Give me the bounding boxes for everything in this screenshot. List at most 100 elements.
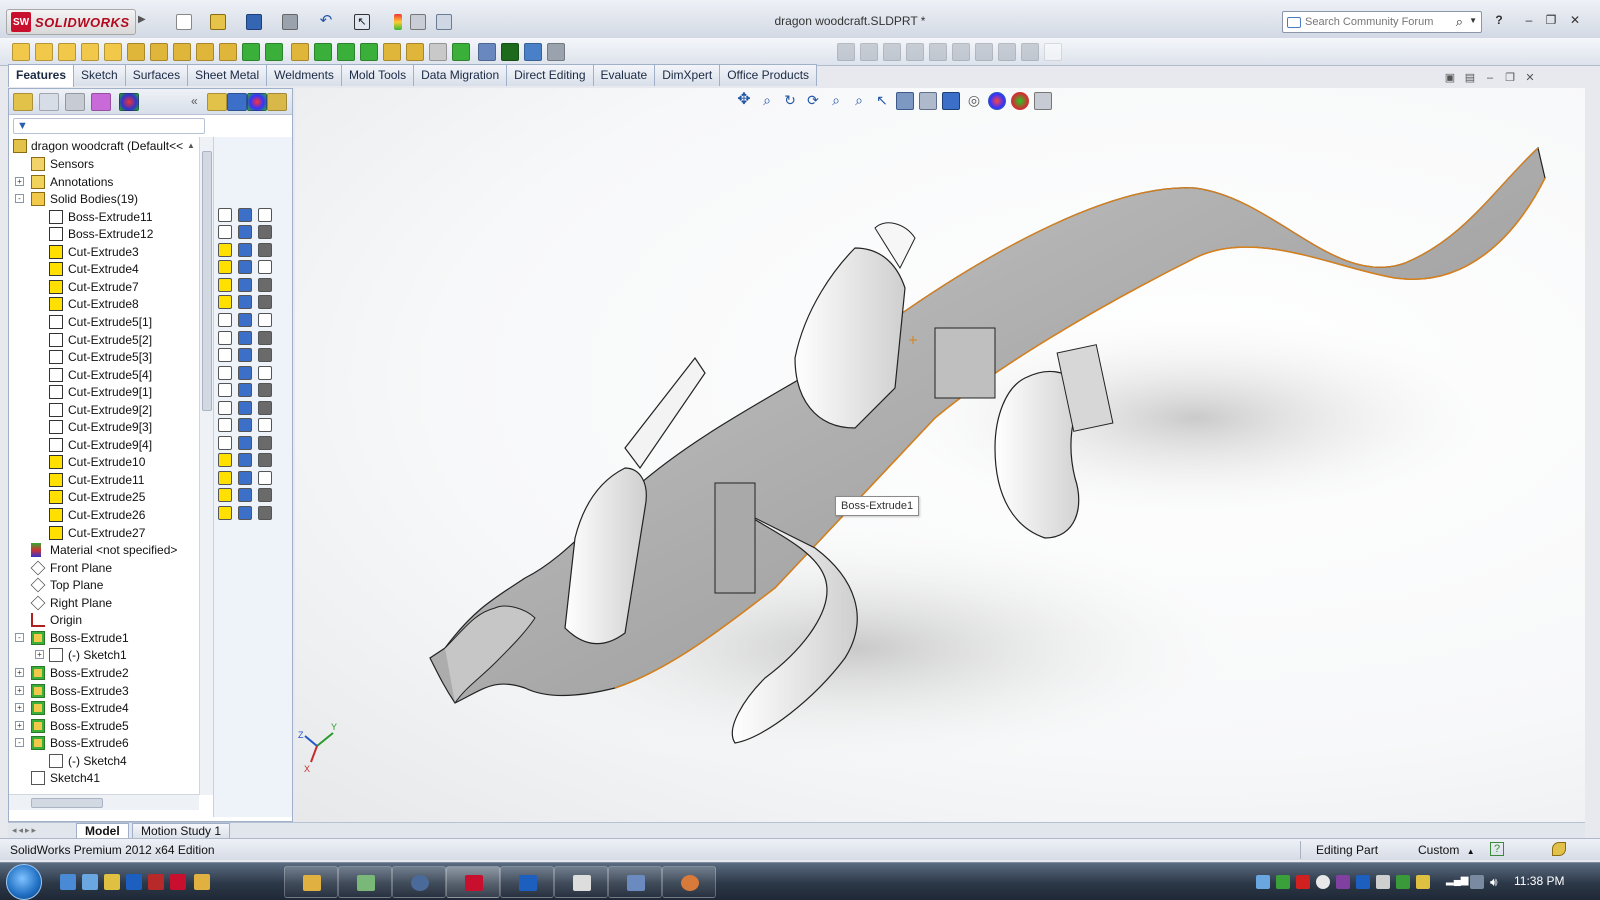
tree-item[interactable]: + Boss-Extrude3 [9,682,199,700]
tree-item[interactable]: Cut-Extrude5[1] [9,313,199,331]
flex-icon[interactable] [952,43,970,61]
collapse-pane-icon[interactable]: « [191,94,198,108]
tray-network-signal-icon[interactable]: ▂▄▆ [1446,875,1468,889]
viewport-restore-icon[interactable]: ❐ [1503,72,1517,84]
tree-item[interactable]: Cut-Extrude9[4] [9,436,199,454]
hide-show-toggle-icon[interactable] [218,207,232,222]
appearance-swatch-icon[interactable] [258,348,272,363]
lofted-boss-icon[interactable] [81,43,99,61]
revolved-boss-icon[interactable] [35,43,53,61]
tree-item[interactable]: Sketch41 [9,769,199,787]
appearance-swatch-icon[interactable] [258,295,272,310]
tree-item[interactable]: Cut-Extrude5[4] [9,366,199,384]
quicklaunch-tool-icon[interactable] [104,874,120,890]
display-mode-toggle-icon[interactable] [238,506,252,520]
collapse-icon[interactable]: - [15,738,24,748]
tree-item[interactable]: - Boss-Extrude6 [9,734,199,752]
appearance-swatch-icon[interactable] [258,242,272,257]
display-mode-toggle-icon[interactable] [238,348,252,363]
display-mode-toggle-icon[interactable] [238,435,252,450]
tree-item[interactable]: + (-) Sketch1 [9,646,199,664]
tree-item[interactable]: Top Plane [9,576,199,594]
tree-filter-input[interactable]: ▼ [13,118,205,134]
tree-item[interactable]: Cut-Extrude7 [9,278,199,296]
intersect-icon[interactable] [429,43,447,61]
hide-show-toggle-icon[interactable] [218,383,232,398]
select-pointer-icon[interactable]: ↖ [354,14,370,30]
expand-icon[interactable]: + [35,650,44,660]
display-mode-toggle-icon[interactable] [238,260,252,275]
appearance-swatch-icon[interactable] [258,453,272,468]
viewport-tile-icon[interactable]: ▣ [1443,72,1457,84]
reference-geometry-icon[interactable] [478,43,496,61]
tree-item[interactable]: Right Plane [9,594,199,612]
hide-show-toggle-icon[interactable] [218,242,232,257]
tab-office-products[interactable]: Office Products [719,64,818,86]
extruded-cut-icon[interactable] [127,43,145,61]
tree-item[interactable]: Boss-Extrude11 [9,208,199,226]
hide-show-toggle-icon[interactable] [218,225,232,240]
viewport-close-icon[interactable]: ✕ [1523,72,1537,84]
tray-circle-icon[interactable] [1316,875,1330,889]
tab-evaluate[interactable]: Evaluate [592,64,656,86]
tab-surfaces[interactable]: Surfaces [124,64,189,86]
indent-icon[interactable] [929,43,947,61]
appearance-swatch-icon[interactable] [258,383,272,398]
tray-clipboard-icon[interactable] [1376,875,1390,889]
scroll-up-arrow-icon[interactable]: ▲ [187,137,195,155]
appearance-icon[interactable] [247,93,267,111]
hide-show-toggle-icon[interactable] [218,488,232,503]
quicklaunch-users-icon[interactable] [82,874,98,890]
tree-item[interactable]: + Boss-Extrude4 [9,699,199,717]
display-mode-toggle-icon[interactable] [238,365,252,380]
fillet-icon[interactable] [265,43,283,61]
appearance-swatch-icon[interactable] [258,365,272,380]
display-mode-toggle-icon[interactable] [238,330,252,345]
appearance-swatch-icon[interactable] [258,330,272,345]
unit-system-selector[interactable]: Custom ▲ [1418,843,1475,857]
expand-icon[interactable]: + [15,176,24,186]
hide-show-toggle-icon[interactable] [218,470,232,485]
taskbar-app-2[interactable] [338,866,392,898]
deform-icon[interactable] [998,43,1016,61]
tree-item[interactable]: Cut-Extrude11 [9,471,199,489]
search-dropdown-icon[interactable]: ▼ [1469,16,1477,25]
tree-item[interactable]: (-) Sketch4 [9,752,199,770]
tray-volume-icon[interactable]: 🔊︎ [1490,875,1504,889]
display-mode-toggle-icon[interactable] [238,488,252,503]
shell-icon[interactable] [360,43,378,61]
display-manager-tab-icon[interactable] [119,93,139,111]
tree-item[interactable]: Front Plane [9,559,199,577]
minimize-icon[interactable]: ‒ [1520,12,1538,28]
tree-item[interactable]: Cut-Extrude9[2] [9,401,199,419]
taskbar-app-6[interactable] [554,866,608,898]
tree-vertical-scrollbar[interactable] [199,137,213,795]
draft-icon[interactable] [337,43,355,61]
tab-dimxpert[interactable]: DimXpert [654,64,721,86]
tab-model[interactable]: Model [76,823,129,839]
hide-show-toggle-icon[interactable] [218,277,232,292]
options-icon[interactable] [436,14,452,30]
display-mode-toggle-icon[interactable] [238,470,252,485]
delete-body-icon[interactable] [906,43,924,61]
display-mode-toggle-icon[interactable] [238,312,252,327]
tree-horizontal-scrollbar[interactable] [9,794,199,810]
appearance-swatch-icon[interactable] [258,506,272,520]
appearance-swatch-icon[interactable] [258,418,272,433]
hide-show-toggle-icon[interactable] [218,348,232,363]
appearance-swatch-icon[interactable] [258,277,272,292]
display-mode-toggle-icon[interactable] [238,207,252,222]
appearance-swatch-icon[interactable] [258,488,272,503]
file-properties-icon[interactable] [410,14,426,30]
tree-item[interactable]: Cut-Extrude9[3] [9,418,199,436]
tree-item[interactable]: Cut-Extrude10 [9,453,199,471]
tree-item[interactable]: Cut-Extrude3 [9,243,199,261]
search-icon[interactable]: ⌕ [1456,14,1463,30]
wrap-icon[interactable] [383,43,401,61]
swept-cut-icon[interactable] [196,43,214,61]
tray-chart-icon[interactable] [1276,875,1290,889]
tree-item[interactable]: Cut-Extrude25 [9,488,199,506]
instant3d-icon[interactable] [524,43,542,61]
hide-show-toggle-icon[interactable] [218,295,232,310]
linear-pattern-icon[interactable] [291,43,309,61]
